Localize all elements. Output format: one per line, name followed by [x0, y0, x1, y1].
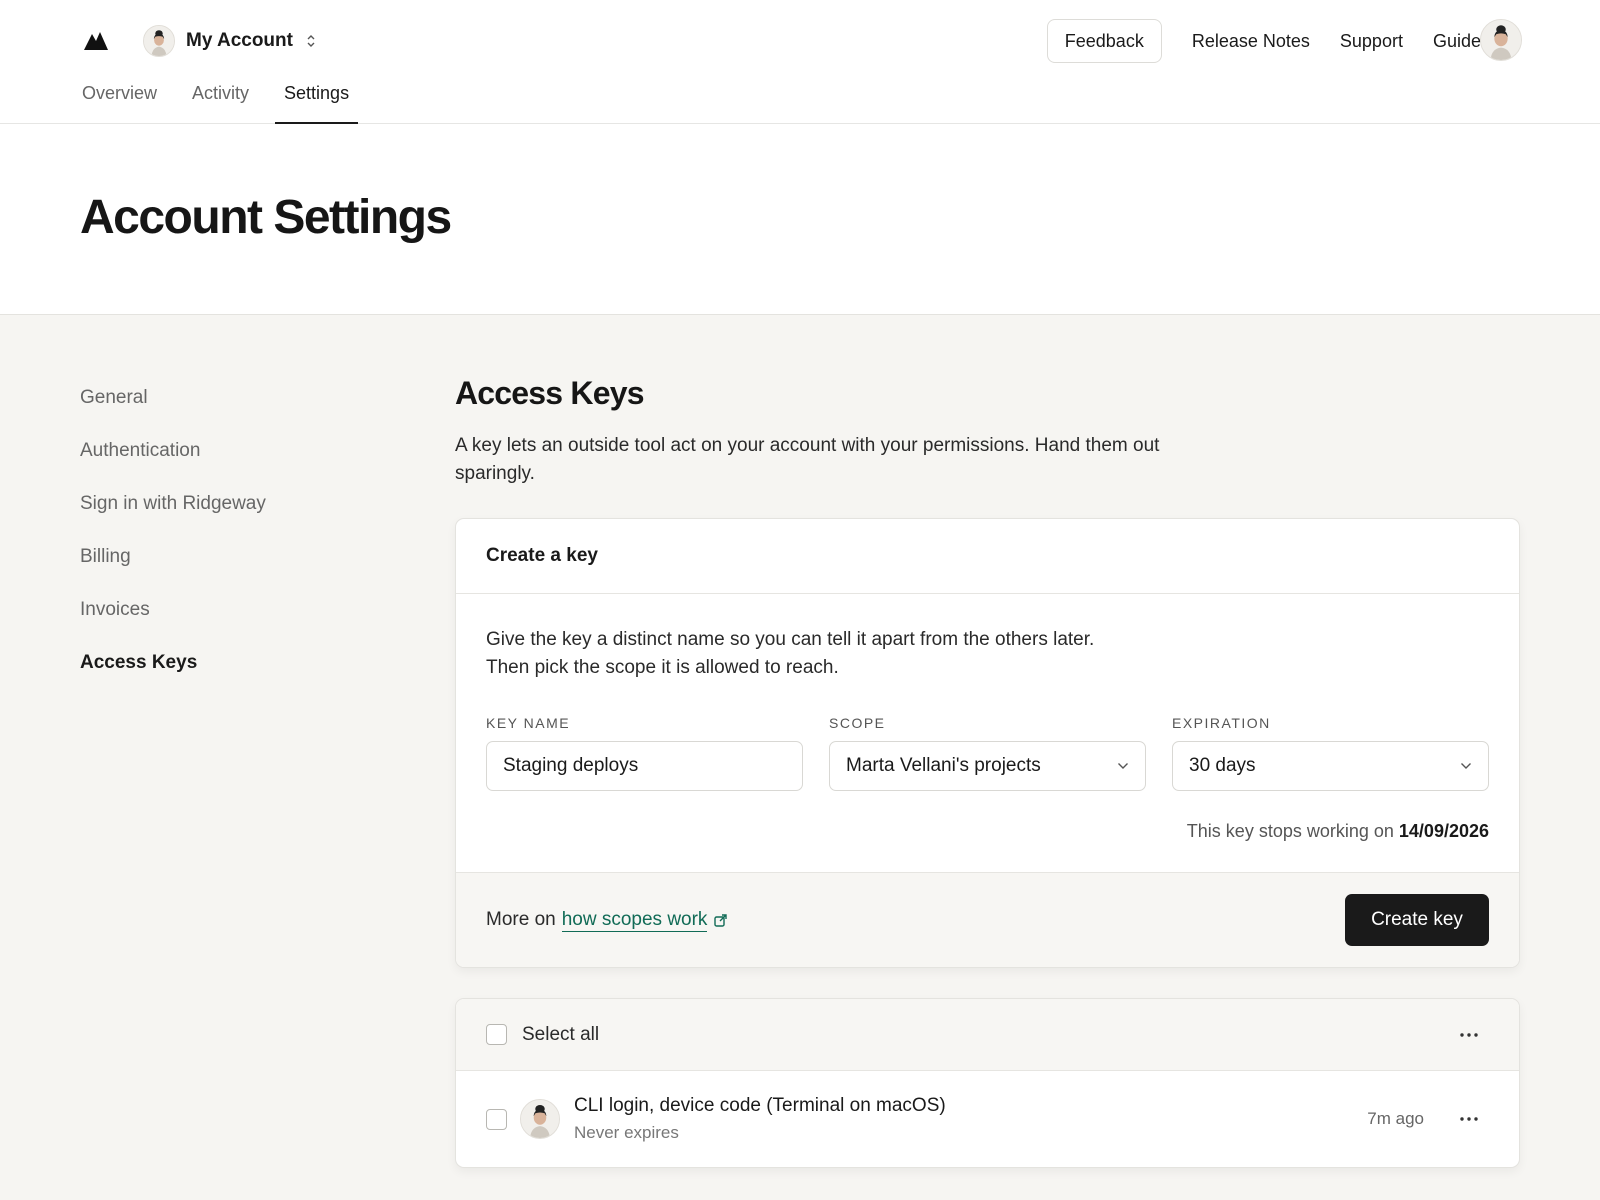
more-dots-icon — [1460, 1032, 1478, 1037]
sidebar-item-billing[interactable]: Billing — [80, 546, 266, 599]
create-key-button[interactable]: Create key — [1345, 894, 1489, 946]
page-title: Account Settings — [80, 191, 452, 244]
logo-mountain-icon[interactable] — [84, 30, 108, 50]
chevron-down-icon — [1461, 763, 1471, 769]
scopes-help: More on how scopes work — [486, 909, 728, 932]
expiry-note: This key stops working on 14/09/2026 — [486, 821, 1489, 842]
expiry-date: 14/09/2026 — [1398, 821, 1489, 841]
create-key-intro-line-1: Give the key a distinct name so you can … — [486, 629, 1095, 650]
expiration-label: EXPIRATION — [1172, 715, 1271, 731]
feedback-button[interactable]: Feedback — [1046, 19, 1162, 63]
create-key-footer: More on how scopes work Create key — [456, 872, 1519, 967]
sidebar-item-general[interactable]: General — [80, 387, 266, 440]
avatar — [143, 25, 175, 57]
key-form-fields: KEY NAME SCOPE Marta Vellani's projects — [486, 715, 1489, 791]
key-row-actions-menu[interactable] — [1457, 1107, 1481, 1131]
top-nav: Feedback Release Notes Support Guides — [1046, 19, 1490, 63]
select-all-checkbox[interactable] — [486, 1024, 507, 1045]
chevron-down-icon — [1118, 763, 1128, 769]
key-name-label: KEY NAME — [486, 715, 571, 731]
settings-content: General Authentication Sign in with Ridg… — [0, 315, 1600, 1200]
keys-list: Select all CLI login, device code (Termi… — [455, 998, 1520, 1168]
bulk-actions-menu[interactable] — [1457, 1023, 1481, 1047]
key-name-box — [486, 741, 803, 791]
key-name-input[interactable] — [503, 755, 786, 777]
scopes-help-prefix: More on — [486, 909, 556, 930]
user-avatar-button[interactable] — [1480, 19, 1522, 61]
create-key-intro: Give the key a distinct name so you can … — [486, 626, 1489, 682]
sidebar-item-invoices[interactable]: Invoices — [80, 599, 266, 652]
how-scopes-work-link[interactable]: how scopes work — [561, 909, 708, 932]
key-name-field-group: KEY NAME — [486, 715, 803, 791]
external-link-icon — [714, 913, 728, 927]
key-row: CLI login, device code (Terminal on macO… — [456, 1071, 1519, 1167]
account-name: My Account — [186, 30, 293, 51]
key-row-subtitle: Never expires — [574, 1123, 679, 1142]
expiration-select[interactable]: 30 days — [1172, 741, 1489, 791]
scope-select[interactable]: Marta Vellani's projects — [829, 741, 1146, 791]
expiration-field-group: EXPIRATION 30 days — [1172, 715, 1489, 791]
section-title: Access Keys — [455, 375, 644, 411]
section-description: A key lets an outside tool act on your a… — [455, 435, 1160, 484]
select-all-label: Select all — [522, 1023, 600, 1045]
tab-bar: Overview Activity Settings — [82, 78, 384, 125]
create-key-card: Create a key Give the key a distinct nam… — [455, 518, 1520, 968]
nav-link-support[interactable]: Support — [1340, 31, 1403, 52]
scope-label: SCOPE — [829, 715, 886, 731]
keys-list-header: Select all — [456, 999, 1519, 1071]
avatar — [520, 1099, 560, 1139]
top-bar: My Account Feedback Release Notes Suppor… — [0, 0, 1600, 125]
page-hero: Account Settings — [0, 124, 1600, 315]
expiration-select-value: 30 days — [1189, 755, 1256, 776]
sidebar-item-access-keys[interactable]: Access Keys — [80, 652, 266, 705]
create-key-intro-line-2: Then pick the scope it is allowed to rea… — [486, 657, 839, 678]
tab-overview[interactable]: Overview — [82, 78, 157, 124]
account-switcher[interactable]: My Account — [143, 24, 317, 58]
sidebar-item-authentication[interactable]: Authentication — [80, 440, 266, 493]
sidebar-item-sign-in-ridgeway[interactable]: Sign in with Ridgeway — [80, 493, 266, 546]
key-row-checkbox[interactable] — [486, 1108, 507, 1130]
nav-link-release-notes[interactable]: Release Notes — [1192, 31, 1310, 52]
access-keys-section: Access Keys A key lets an outside tool a… — [455, 375, 1520, 1168]
key-row-time: 7m ago — [1367, 1109, 1424, 1128]
more-dots-icon — [1460, 1117, 1478, 1121]
expiry-prefix: This key stops working on — [1186, 821, 1394, 841]
scope-select-value: Marta Vellani's projects — [846, 755, 1041, 776]
key-row-title: CLI login, device code (Terminal on macO… — [574, 1095, 946, 1116]
key-row-text: CLI login, device code (Terminal on macO… — [574, 1095, 946, 1143]
settings-sidebar: General Authentication Sign in with Ridg… — [80, 387, 266, 705]
chevron-updown-icon — [307, 35, 315, 47]
scope-field-group: SCOPE Marta Vellani's projects — [829, 715, 1146, 791]
tab-settings[interactable]: Settings — [275, 78, 359, 125]
create-key-title: Create a key — [456, 519, 1519, 594]
tab-activity[interactable]: Activity — [192, 78, 249, 124]
